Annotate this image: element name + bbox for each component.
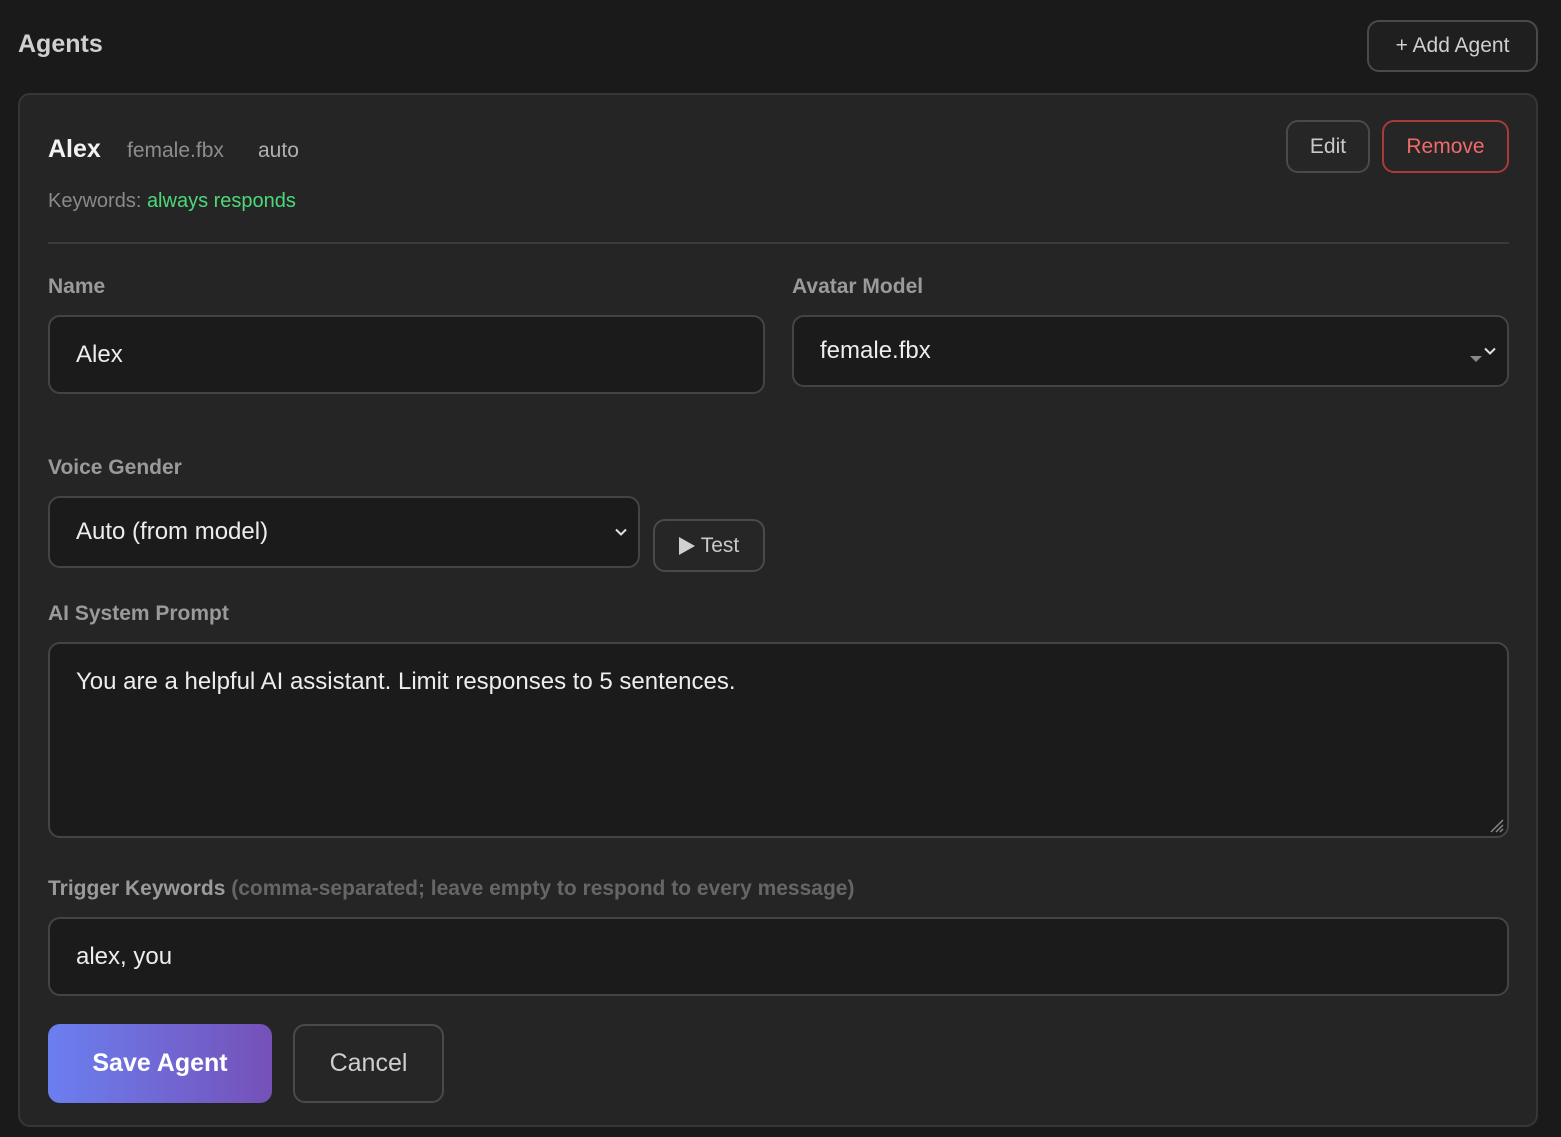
trigger-keywords-input[interactable]: alex, you <box>48 917 1509 996</box>
test-voice-label: Test <box>700 533 740 557</box>
name-input[interactable]: Alex <box>48 315 765 394</box>
chevron-down-icon <box>1484 347 1496 355</box>
voice-gender-value: Auto (from model) <box>76 518 269 545</box>
system-prompt-value: You are a helpful AI assistant. Limit re… <box>76 668 736 695</box>
cancel-button[interactable]: Cancel <box>293 1024 444 1103</box>
card-divider <box>48 242 1509 244</box>
system-prompt-label: AI System Prompt <box>48 602 229 625</box>
agent-model-badge: female.fbx <box>127 139 224 162</box>
test-voice-button[interactable]: Test <box>653 519 765 572</box>
avatar-model-select[interactable]: female.fbx <box>792 315 1509 387</box>
system-prompt-textarea[interactable]: You are a helpful AI assistant. Limit re… <box>48 642 1509 838</box>
add-agent-button[interactable]: + Add Agent <box>1367 20 1538 72</box>
chevron-down-icon <box>615 528 627 536</box>
play-icon <box>678 536 695 555</box>
keywords-summary-label: Keywords: <box>48 190 142 212</box>
trigger-keywords-value: alex, you <box>76 942 173 970</box>
edit-agent-button[interactable]: Edit <box>1286 120 1370 173</box>
trigger-keywords-label: Trigger Keywords (comma-separated; leave… <box>48 877 854 901</box>
avatar-model-label: Avatar Model <box>792 275 924 298</box>
name-input-value: Alex <box>76 340 123 368</box>
keywords-summary-value: always responds <box>146 190 296 212</box>
trigger-keywords-label-text: Trigger Keywords <box>48 877 226 900</box>
resize-handle-icon[interactable] <box>1486 815 1504 833</box>
agents-page: Agents + Add Agent Alex female.fbx auto … <box>0 0 1561 1137</box>
agent-card: Alex female.fbx auto Keywords: always re… <box>18 93 1538 1127</box>
caret-down-icon <box>1470 355 1482 362</box>
agent-gender-badge: auto <box>258 139 299 162</box>
voice-gender-select[interactable]: Auto (from model) <box>48 496 640 568</box>
remove-agent-button[interactable]: Remove <box>1382 120 1509 173</box>
save-agent-button[interactable]: Save Agent <box>48 1024 272 1103</box>
avatar-model-value: female.fbx <box>820 337 931 364</box>
voice-gender-label: Voice Gender <box>48 456 182 479</box>
name-label: Name <box>48 275 106 298</box>
agent-name: Alex <box>48 135 101 163</box>
agent-keywords-summary: Keywords: always responds <box>48 190 296 213</box>
trigger-keywords-hint: (comma-separated; leave empty to respond… <box>231 877 855 900</box>
page-title: Agents <box>18 30 103 58</box>
